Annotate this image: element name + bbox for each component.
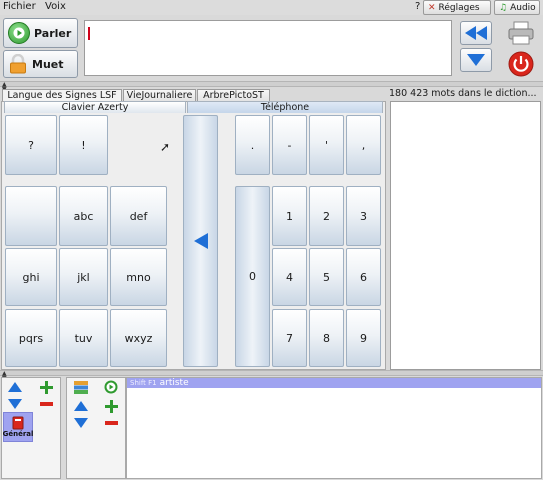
dictionary-status: 180 423 mots dans le diction... [389,88,537,99]
key-4[interactable]: 4 [272,248,307,306]
key-exclamation[interactable]: ! [59,115,108,175]
key-7[interactable]: 7 [272,309,307,367]
arrow-up-icon [74,401,88,411]
category-remove-button[interactable] [36,396,56,412]
key-blank[interactable] [5,186,57,246]
book-icon [12,416,24,430]
key-abc[interactable]: abc [59,186,108,246]
key-6[interactable]: 6 [346,248,381,306]
category-panel: Général [1,377,61,479]
subtab-azerty[interactable]: Clavier Azerty [4,101,186,113]
mute-label: Muet [32,57,64,71]
key-period[interactable]: . [235,115,270,175]
menu-fichier[interactable]: Fichier [3,1,36,12]
arrow-left-icon [193,233,208,249]
shortcut-key: Shift F1 [130,379,157,387]
phrase-list[interactable]: Shift F1 artiste [126,377,542,479]
music-note-icon: ♫ [499,2,508,13]
stack-button[interactable] [71,379,91,395]
subtab-telephone[interactable]: Téléphone [187,101,383,113]
play-phrase-button[interactable] [101,379,121,395]
key-pqrs[interactable]: pqrs [5,309,57,367]
rewind-icon [465,26,487,40]
mute-button[interactable]: Muet [3,50,78,78]
bottom-splitter[interactable]: ▲▼ [0,370,543,382]
print-button[interactable] [502,19,539,46]
key-comma[interactable]: , [346,115,381,175]
text-caret [88,27,90,40]
arrow-up-icon [8,382,22,392]
top-splitter[interactable]: ▲▼ [0,81,543,93]
phrase-text: artiste [159,378,189,388]
arrow-down-icon [74,418,88,428]
plus-icon [39,380,53,394]
speak-button[interactable]: Parler [3,18,78,48]
key-8[interactable]: 8 [309,309,344,367]
phrase-remove-button[interactable] [101,415,121,431]
settings-button[interactable]: ✕ Réglages [423,0,491,15]
menu-voix[interactable]: Voix [45,1,66,12]
printer-icon [508,21,533,44]
category-general[interactable]: Général [3,412,33,442]
key-3[interactable]: 3 [346,186,381,246]
word-prediction-list[interactable] [390,101,541,370]
plus-icon [104,399,118,413]
phrase-controls [66,377,126,479]
lock-icon [8,54,28,74]
backspace-key[interactable] [183,115,218,367]
key-ghi[interactable]: ghi [5,248,57,306]
key-jkl[interactable]: jkl [59,248,108,306]
play-icon [8,22,30,44]
arrow-down-icon [467,54,485,66]
down-arrow-button[interactable] [460,48,492,72]
category-up-button[interactable] [5,379,25,395]
key-question[interactable]: ? [5,115,57,175]
menu-bar: Fichier Voix ? ✕ Réglages ♫ Audio [0,0,543,15]
minus-icon [39,402,53,406]
category-add-button[interactable] [36,379,56,395]
key-dash[interactable]: - [272,115,307,175]
minus-icon [104,421,118,425]
audio-button[interactable]: ♫ Audio [494,0,540,15]
category-down-button[interactable] [5,396,25,412]
speak-label: Parler [34,26,72,40]
phrase-down-button[interactable] [71,415,91,431]
category-general-label: Général [2,430,34,438]
phrase-row-selected[interactable]: Shift F1 artiste [127,378,541,388]
phrase-up-button[interactable] [71,398,91,414]
tab-lsf[interactable]: Langue des Signes LSF [2,89,122,101]
arrow-down-icon [8,399,22,409]
mouse-cursor-icon: ➚ [160,140,171,154]
key-mno[interactable]: mno [110,248,167,306]
key-5[interactable]: 5 [309,248,344,306]
rewind-button[interactable] [460,21,492,45]
quit-button[interactable] [505,50,537,78]
tools-icon: ✕ [428,2,436,13]
message-text-area[interactable] [84,20,452,76]
tab-arbrepictost[interactable]: ArbrePictoST [197,89,270,101]
help-menu[interactable]: ? [415,1,420,12]
play-icon [104,380,118,394]
key-def[interactable]: def [110,186,167,246]
stack-icon [74,380,88,394]
key-apostrophe[interactable]: ' [309,115,344,175]
key-wxyz[interactable]: wxyz [110,309,167,367]
key-tuv[interactable]: tuv [59,309,108,367]
key-2[interactable]: 2 [309,186,344,246]
power-icon [508,51,534,77]
key-9[interactable]: 9 [346,309,381,367]
key-0[interactable]: 0 [235,186,270,367]
settings-label: Réglages [438,2,480,13]
phrase-add-button[interactable] [101,398,121,414]
tab-viejournaliere[interactable]: VieJournaliere [123,89,196,101]
audio-label: Audio [510,2,536,13]
key-1[interactable]: 1 [272,186,307,246]
